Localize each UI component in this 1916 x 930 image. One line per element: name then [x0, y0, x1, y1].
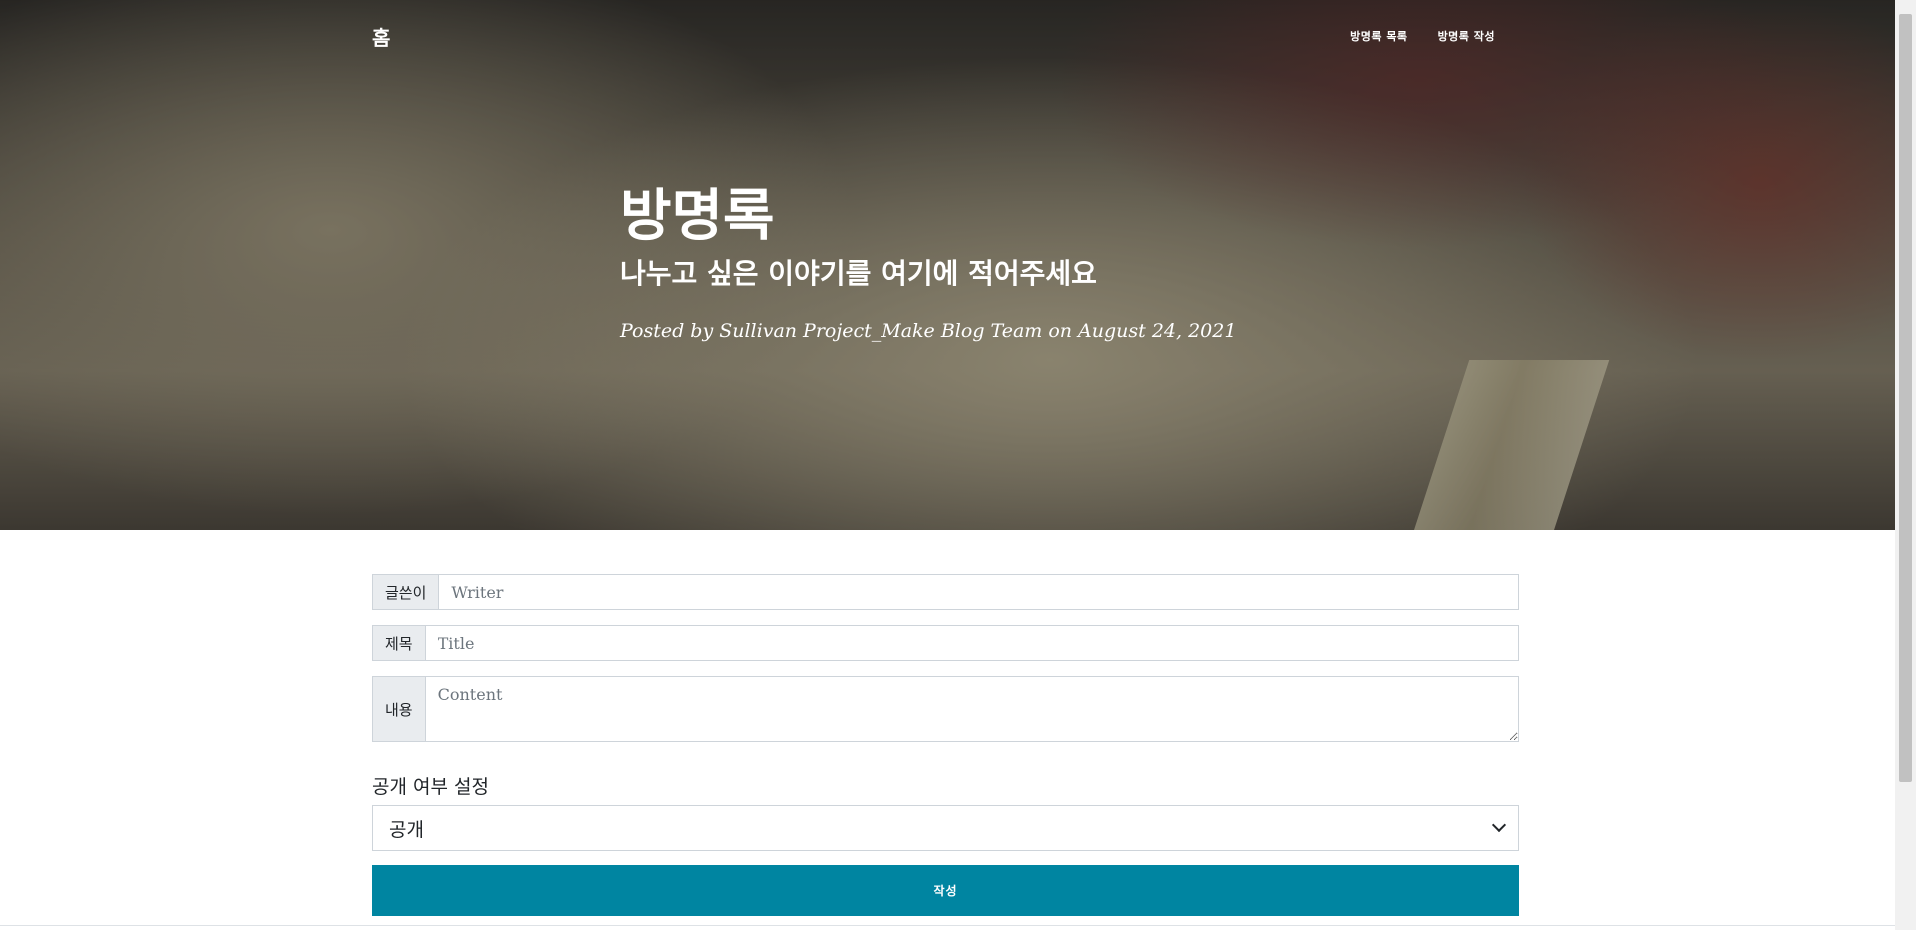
hero-header: 홈 방명록 목록 방명록 작성 방명록 나누고 싶은 이야기를 여기에 적어주세… [0, 0, 1895, 530]
page-subtitle: 나누고 싶은 이야기를 여기에 적어주세요 [620, 257, 1097, 290]
submit-button[interactable]: 작성 [372, 865, 1519, 916]
writer-input-group: 글쓴이 [372, 574, 1519, 610]
page-scrollbar[interactable] [1895, 0, 1916, 930]
content-input-group: 내용 [372, 676, 1519, 742]
guestbook-form: 글쓴이 제목 내용 공개 여부 설정 공개 작성 [372, 574, 1519, 916]
post-meta: Posted by Sullivan Project_Make Blog Tea… [620, 320, 1237, 342]
section-divider [0, 925, 1895, 926]
title-input[interactable] [425, 626, 1518, 660]
chevron-down-icon [1491, 817, 1507, 833]
page-title: 방명록 [620, 184, 775, 249]
writer-label: 글쓴이 [373, 575, 440, 609]
content-textarea[interactable] [425, 677, 1518, 741]
nav-link-guestbook-write[interactable]: 방명록 작성 [1438, 28, 1495, 44]
scrollbar-thumb[interactable] [1899, 14, 1912, 782]
nav-link-guestbook-list[interactable]: 방명록 목록 [1350, 28, 1407, 44]
writer-input[interactable] [439, 575, 1518, 609]
visibility-selected-value: 공개 [389, 818, 424, 841]
page: 홈 방명록 목록 방명록 작성 방명록 나누고 싶은 이야기를 여기에 적어주세… [0, 0, 1916, 930]
title-label: 제목 [373, 626, 426, 660]
hero-heading: 방명록 나누고 싶은 이야기를 여기에 적어주세요 Posted by Sull… [620, 182, 1236, 344]
navbar-links: 방명록 목록 방명록 작성 [1350, 28, 1495, 44]
content-label: 내용 [373, 677, 426, 741]
title-input-group: 제목 [372, 625, 1519, 661]
nav-brand-home[interactable]: 홈 [372, 22, 390, 51]
visibility-label: 공개 여부 설정 [372, 776, 489, 798]
visibility-select[interactable]: 공개 [372, 805, 1519, 851]
